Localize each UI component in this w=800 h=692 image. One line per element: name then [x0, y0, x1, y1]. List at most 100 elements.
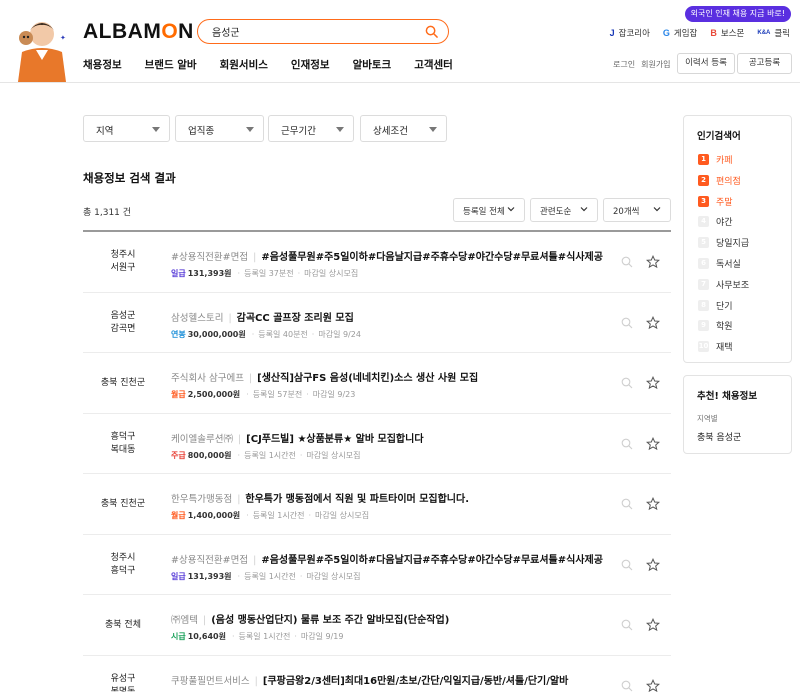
search-icon[interactable] [621, 680, 633, 692]
job-headline[interactable]: #상용직전환#면접 | #음성풀무원#주5일이하#다음날지급#주휴수당#야간수당#무… [171, 551, 603, 566]
job-row[interactable]: 충북 전체 ㈜엠텍 | (음성 맹동산업단지) 물류 보조 주간 알바모집(단순작업)… [83, 595, 671, 656]
job-headline[interactable]: 한우특가맹동점 | 한우특가 맹동점에서 직원 및 파트타이머 모집합니다. [171, 490, 469, 505]
posted-time: 등록일 1시간전 [238, 632, 291, 641]
nav-member-service[interactable]: 회원서비스 [220, 57, 268, 72]
job-title[interactable]: (음성 맹동산업단지) 물류 보조 주간 알바모집(단순작업) [211, 615, 449, 626]
filter-region[interactable]: 지역 [83, 115, 170, 142]
star-icon[interactable] [646, 678, 660, 692]
popular-keyword[interactable]: 8 단기 [698, 299, 733, 312]
search-icon[interactable] [621, 317, 633, 329]
posted-time: 등록일 37분전 [244, 269, 294, 278]
popular-keyword[interactable]: 3 주말 [698, 195, 733, 208]
search-icon[interactable] [621, 438, 633, 450]
search-icon[interactable] [425, 25, 438, 38]
star-icon[interactable] [646, 376, 660, 390]
main-nav: 채용정보 브랜드 알바 회원서비스 인재정보 알바토크 고객센터 [83, 57, 453, 72]
job-row[interactable]: 유성구 봉명동 쿠팡풀필먼트서비스 | [쿠팡금왕2/3센터]최대16만원/초보/간단/… [83, 656, 671, 692]
job-row[interactable]: 흥덕구 복대동 케이엘솔루션㈜ | [CJ푸드빌] ★상품분류★ 알바 모집합니다 주급 8… [83, 414, 671, 474]
job-headline[interactable]: 쿠팡풀필먼트서비스 | [쿠팡금왕2/3센터]최대16만원/초보/간단/익일지급/동… [171, 672, 568, 687]
nav-talent-info[interactable]: 인재정보 [291, 57, 330, 72]
search-input[interactable] [212, 24, 412, 39]
company-name[interactable]: 주식회사 삼구에프 [171, 373, 244, 384]
job-row[interactable]: 음성군 감곡면 삼성헬스토리 | 감곡CC 골프장 조리원 모집 연봉 30,000,000… [83, 293, 671, 353]
filter-label: 상세조건 [373, 126, 408, 137]
family-site-label: 잡코리아 [618, 29, 650, 39]
job-headline[interactable]: 주식회사 삼구에프 | [생산직]삼구FS 음성(네네치킨)소스 생산 사원 모집 [171, 369, 478, 384]
sort-date-select[interactable]: 등록일 전체 [453, 198, 525, 222]
job-row[interactable]: 청주시 서원구 #상용직전환#면접 | #음성풀무원#주5일이하#다음날지급#주휴수당#… [83, 232, 671, 293]
popular-keyword[interactable]: 5 당일지급 [698, 236, 749, 249]
popular-keyword[interactable]: 6 독서실 [698, 257, 741, 270]
company-name[interactable]: #상용직전환#면접 [171, 252, 248, 263]
page-size-select[interactable]: 20개씩 [603, 198, 671, 222]
popular-keyword[interactable]: 10 재택 [698, 340, 733, 353]
filter-detail[interactable]: 상세조건 [360, 115, 447, 142]
family-site-bossmon[interactable]: B 보스몬 [710, 27, 744, 39]
nav-job-info[interactable]: 채용정보 [83, 57, 122, 72]
job-row[interactable]: 충북 진천군 주식회사 삼구에프 | [생산직]삼구FS 음성(네네치킨)소스 생산 … [83, 353, 671, 414]
popular-keyword[interactable]: 9 학원 [698, 319, 733, 332]
recommend-box: 추천! 채용정보 지역별 충북 음성군 [683, 375, 792, 454]
pay-amount: 30,000,000원 [187, 329, 246, 339]
popular-keywords-box: 인기검색어 1 카페 2 편의점 3 주말 4 야간 5 당일지급 6 독서실 7 사무보조 8 단기 9 학원 1… [683, 115, 792, 363]
nav-alba-talk[interactable]: 알바토크 [353, 57, 392, 72]
job-title[interactable]: [CJ푸드빌] ★상품분류★ 알바 모집합니다 [246, 434, 423, 445]
search-icon[interactable] [621, 559, 633, 571]
job-row[interactable]: 청주시 흥덕구 #상용직전환#면접 | #음성풀무원#주5일이하#다음날지급#주휴수당#… [83, 535, 671, 595]
nav-brand-alba[interactable]: 브랜드 알바 [145, 57, 197, 72]
promo-badge[interactable]: 외국인 인재 채용 지금 바로! [684, 6, 791, 22]
job-title[interactable]: #음성풀무원#주5일이하#다음날지급#주휴수당#야간수당#무료셔틀#식사제공 [261, 555, 603, 566]
search-box[interactable] [197, 19, 449, 44]
company-name[interactable]: 쿠팡풀필먼트서비스 [171, 676, 250, 687]
pay-amount: 131,393원 [187, 269, 232, 278]
star-icon[interactable] [646, 497, 660, 511]
sort-relevance-select[interactable]: 관련도순 [530, 198, 598, 222]
search-icon[interactable] [621, 498, 633, 510]
job-meta: 월급 1,400,000원 · 등록일 1시간전 · 마감일 상시모집 [171, 510, 369, 521]
popular-keyword[interactable]: 2 편의점 [698, 174, 741, 187]
job-headline[interactable]: 케이엘솔루션㈜ | [CJ푸드빌] ★상품분류★ 알바 모집합니다 [171, 430, 424, 445]
recommend-region-link[interactable]: 충북 음성군 [697, 430, 741, 443]
job-title[interactable]: 감곡CC 골프장 조리원 모집 [237, 313, 354, 324]
job-headline[interactable]: ㈜엠텍 | (음성 맹동산업단지) 물류 보조 주간 알바모집(단순작업) [171, 611, 449, 626]
posted-time: 등록일 1시간전 [252, 511, 305, 520]
star-icon[interactable] [646, 436, 660, 451]
job-headline[interactable]: 삼성헬스토리 | 감곡CC 골프장 조리원 모집 [171, 309, 354, 324]
popular-keyword[interactable]: 1 카페 [698, 153, 733, 166]
company-name[interactable]: 삼성헬스토리 [171, 313, 223, 324]
family-site-gamejob[interactable]: G 게임잡 [663, 27, 697, 39]
job-title[interactable]: [쿠팡금왕2/3센터]최대16만원/초보/간단/익일지급/동반/셔틀/단기/알바 [263, 676, 568, 687]
dot-separator: · [306, 390, 309, 399]
search-icon[interactable] [621, 377, 633, 389]
popular-keyword[interactable]: 7 사무보조 [698, 278, 749, 291]
company-name[interactable]: 한우특가맹동점 [171, 494, 232, 505]
nav-customer-center[interactable]: 고객센터 [414, 57, 453, 72]
company-name[interactable]: ㈜엠텍 [171, 615, 198, 626]
signup-link[interactable]: 회원가입 [641, 59, 670, 70]
job-title[interactable]: 한우특가 맹동점에서 직원 및 파트타이머 모집합니다. [245, 494, 469, 505]
job-title[interactable]: #음성풀무원#주5일이하#다음날지급#주휴수당#야간수당#무료셔틀#식사제공 [261, 252, 603, 263]
job-location-line: 유성구 [110, 673, 136, 684]
family-site-jobkorea[interactable]: J 잡코리아 [610, 27, 650, 39]
job-headline[interactable]: #상용직전환#면접 | #음성풀무원#주5일이하#다음날지급#주휴수당#야간수당#무… [171, 248, 603, 263]
filter-job-type[interactable]: 업직종 [175, 115, 264, 142]
company-name[interactable]: #상용직전환#면접 [171, 555, 248, 566]
keyword-label: 학원 [716, 322, 733, 333]
search-icon[interactable] [621, 619, 633, 631]
star-icon[interactable] [646, 557, 660, 572]
star-icon[interactable] [646, 618, 660, 632]
pay-type-badge: 시급 [171, 632, 186, 641]
company-name[interactable]: 케이엘솔루션㈜ [171, 434, 233, 445]
albamon-logo[interactable]: ALBAMON [83, 20, 194, 44]
family-site-click[interactable]: K&A 클릭 [757, 27, 790, 39]
job-post-button[interactable]: 공고등록 [737, 53, 792, 74]
job-title[interactable]: [생산직]삼구FS 음성(네네치킨)소스 생산 사원 모집 [257, 373, 478, 384]
filter-work-period[interactable]: 근무기간 [268, 115, 354, 142]
search-icon[interactable] [621, 256, 633, 268]
job-row[interactable]: 충북 진천군 한우특가맹동점 | 한우특가 맹동점에서 직원 및 파트타이머 모집합니… [83, 474, 671, 535]
star-icon[interactable] [646, 255, 660, 269]
login-link[interactable]: 로그인 [613, 59, 635, 70]
popular-keyword[interactable]: 4 야간 [698, 215, 733, 228]
resume-register-button[interactable]: 이력서 등록 [677, 53, 735, 74]
star-icon[interactable] [646, 315, 660, 330]
